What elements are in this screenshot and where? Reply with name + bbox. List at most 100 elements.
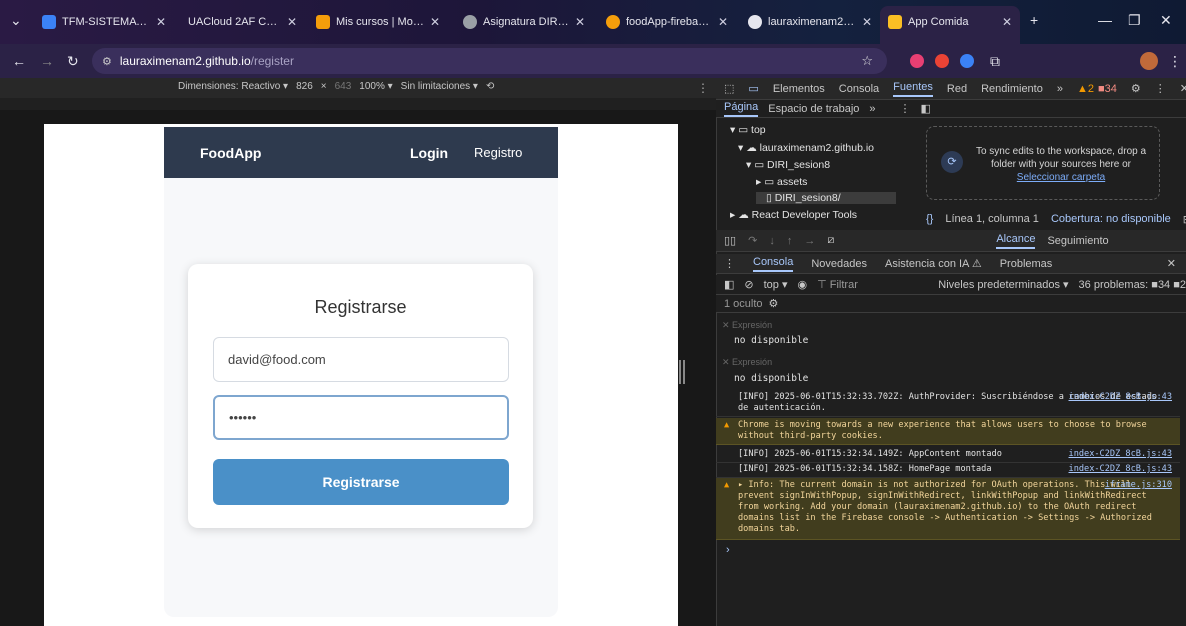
- tab-page[interactable]: Página: [724, 101, 759, 117]
- browser-tab[interactable]: lauraximenam2/DIRI✕: [740, 9, 880, 35]
- tab-sources[interactable]: Fuentes: [893, 81, 933, 97]
- drawer-tab-console[interactable]: Consola: [753, 256, 794, 272]
- back-icon[interactable]: ←: [12, 53, 26, 69]
- settings-gear-icon[interactable]: ⚙: [1131, 82, 1141, 95]
- pause-icon[interactable]: ▯▯: [724, 234, 736, 247]
- device-menu-icon[interactable]: ⋮: [697, 81, 709, 95]
- drawer-tab-ai[interactable]: Asistencia con IA ⚠: [885, 257, 982, 270]
- tab-workspace[interactable]: Espacio de trabajo: [768, 103, 859, 115]
- minimize-icon[interactable]: —: [1098, 12, 1112, 28]
- register-button[interactable]: Registrarse: [213, 459, 509, 505]
- tree-item-react-devtools[interactable]: ▸ ☁ React Developer Tools: [730, 209, 857, 221]
- devtools-menu-icon[interactable]: ⋮: [1155, 82, 1166, 95]
- clear-console-icon[interactable]: ⊘: [744, 278, 753, 291]
- height-input[interactable]: 643: [335, 81, 352, 92]
- tab-scope[interactable]: Alcance: [996, 233, 1036, 249]
- source-link[interactable]: index-C2DZ_8cB.js:43: [1069, 449, 1172, 460]
- browser-tab[interactable]: UACloud 2AF Check ✕: [180, 9, 305, 35]
- close-icon[interactable]: ✕: [430, 15, 440, 29]
- resize-handle[interactable]: [679, 360, 685, 384]
- log-levels-select[interactable]: Niveles predeterminados ▾: [938, 278, 1068, 291]
- warning-badge[interactable]: ▲2: [1077, 83, 1094, 95]
- close-icon[interactable]: ✕: [287, 15, 297, 29]
- reload-icon[interactable]: ↻: [67, 53, 79, 70]
- step-over-icon[interactable]: ↷: [748, 234, 757, 247]
- console-warning[interactable]: ▲ ▸ Info: The current domain is not auth…: [716, 478, 1180, 540]
- error-badge[interactable]: ■34: [1098, 83, 1117, 95]
- tree-item-assets[interactable]: ▸ ▭ assets: [756, 176, 807, 188]
- nav-login-link[interactable]: Login: [410, 145, 448, 161]
- tab-console[interactable]: Consola: [839, 83, 879, 95]
- braces-icon[interactable]: {}: [926, 213, 933, 225]
- width-input[interactable]: 826: [296, 81, 313, 92]
- new-tab-icon[interactable]: +: [1030, 12, 1038, 28]
- drawer-close-icon[interactable]: ✕: [1167, 257, 1176, 270]
- forward-icon[interactable]: →: [40, 53, 54, 69]
- tree-item-top[interactable]: ▾ ▭ top: [730, 124, 766, 136]
- console-prompt[interactable]: ›: [726, 544, 730, 556]
- coverage-status[interactable]: Cobertura: no disponible: [1051, 213, 1171, 225]
- device-icon[interactable]: ▭: [748, 82, 758, 95]
- email-field[interactable]: david@food.com: [213, 337, 509, 382]
- devtools-close-icon[interactable]: ✕: [1180, 82, 1186, 95]
- close-icon[interactable]: ✕: [156, 15, 166, 29]
- drawer-menu-icon[interactable]: ⋮: [724, 257, 735, 270]
- close-icon[interactable]: ✕: [862, 15, 872, 29]
- tab-elements[interactable]: Elementos: [773, 83, 825, 95]
- browser-tab-active[interactable]: App Comida ✕: [880, 6, 1020, 44]
- close-icon[interactable]: ✕: [1002, 15, 1012, 29]
- extensions-puzzle-icon[interactable]: ⧉: [990, 53, 1000, 70]
- step-out-icon[interactable]: ↑: [787, 235, 793, 247]
- extension-icon[interactable]: [960, 54, 974, 68]
- tab-search-icon[interactable]: ⌄: [10, 12, 22, 29]
- live-expression-icon[interactable]: ◉: [798, 278, 808, 291]
- live-expression[interactable]: ✕ Expresión: [722, 357, 772, 368]
- bookmark-star-icon[interactable]: ☆: [861, 53, 873, 69]
- drawer-tab-whatsnew[interactable]: Novedades: [811, 258, 867, 270]
- source-link[interactable]: index-C2DZ_8cB.js:43: [1069, 464, 1172, 475]
- more-subtabs-icon[interactable]: »: [869, 103, 875, 115]
- site-settings-icon[interactable]: ⚙: [102, 55, 112, 68]
- browser-tab[interactable]: TFM-SISTEMA DE M(✕: [34, 9, 174, 35]
- extension-icon[interactable]: [910, 54, 924, 68]
- nav-register-link[interactable]: Registro: [474, 145, 522, 160]
- deactivate-breakpoints-icon[interactable]: ⧄: [827, 234, 834, 247]
- inspect-icon[interactable]: ⬚: [724, 82, 734, 95]
- restore-icon[interactable]: ❐: [1128, 12, 1141, 29]
- sidebar-toggle-icon[interactable]: ◧: [724, 278, 734, 291]
- close-icon[interactable]: ✕: [718, 15, 728, 29]
- dimensions-select[interactable]: Dimensiones: Reactivo ▾: [178, 81, 288, 92]
- throttle-select[interactable]: Sin limitaciones ▾: [401, 81, 478, 92]
- password-field[interactable]: ••••••: [213, 395, 509, 440]
- tree-item-folder[interactable]: ▾ ▭ DIRI_sesion8: [746, 159, 830, 171]
- browser-tab[interactable]: Asignatura DIRI_Ma✕: [455, 9, 593, 35]
- select-folder-link[interactable]: Seleccionar carpeta: [1017, 172, 1105, 183]
- tab-network[interactable]: Red: [947, 83, 967, 95]
- tab-performance[interactable]: Rendimiento: [981, 83, 1043, 95]
- tree-item-index[interactable]: ▯ DIRI_sesion8/: [756, 192, 896, 204]
- context-select[interactable]: top ▾: [764, 278, 788, 291]
- console-settings-icon[interactable]: ⚙: [769, 297, 779, 310]
- rotate-icon[interactable]: ⟲: [486, 81, 494, 92]
- extension-icon[interactable]: [935, 54, 949, 68]
- tab-watch[interactable]: Seguimiento: [1047, 235, 1108, 247]
- browser-tab[interactable]: foodApp-firebase - ✕: [598, 9, 736, 35]
- filter-input[interactable]: ⊤ Filtrar: [817, 278, 928, 291]
- tree-item-origin[interactable]: ▾ ☁ lauraximenam2.github.io: [738, 142, 874, 154]
- source-link[interactable]: iframe.js:310: [1105, 480, 1172, 491]
- toggle-sidebar-icon[interactable]: ◧: [921, 102, 931, 115]
- zoom-select[interactable]: 100% ▾: [359, 81, 392, 92]
- navigator-menu-icon[interactable]: ⋮: [900, 102, 911, 115]
- issues-counter[interactable]: 36 problemas: ■34 ■2: [1079, 279, 1186, 291]
- menu-kebab-icon[interactable]: ⋮: [1168, 53, 1182, 70]
- step-into-icon[interactable]: ↓: [769, 235, 775, 247]
- source-link[interactable]: index-C2DZ_8cB.js:43: [1069, 392, 1172, 403]
- browser-tab[interactable]: Mis cursos | Moodle ✕: [308, 9, 448, 35]
- more-tabs-icon[interactable]: »: [1057, 83, 1063, 95]
- step-icon[interactable]: →: [804, 235, 815, 247]
- live-expression[interactable]: ✕ Expresión: [722, 320, 772, 331]
- close-icon[interactable]: ✕: [575, 15, 585, 29]
- window-close-icon[interactable]: ✕: [1160, 12, 1172, 29]
- drawer-tab-issues[interactable]: Problemas: [1000, 258, 1053, 270]
- avatar[interactable]: [1140, 52, 1158, 70]
